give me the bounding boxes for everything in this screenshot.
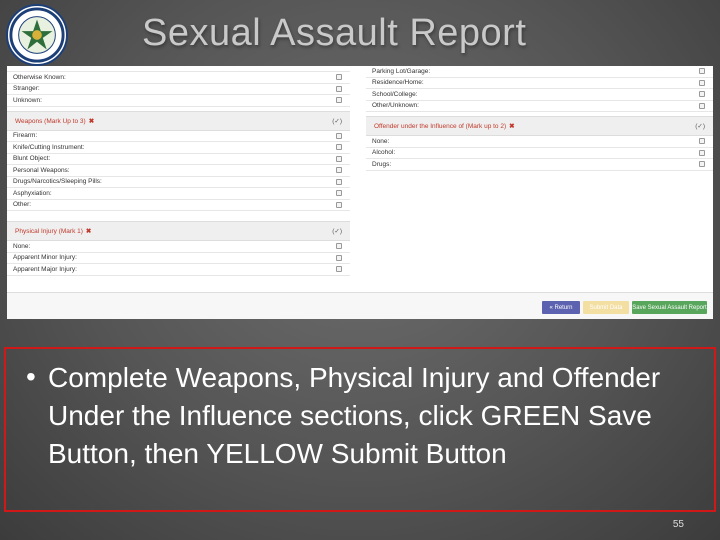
checkbox[interactable] — [336, 155, 342, 162]
list-item: Alcohol: — [366, 148, 713, 159]
list-item: Otherwise Known: — [7, 72, 350, 84]
left-column: Otherwise Known: Stranger: Unknown: Weap… — [7, 66, 350, 276]
checkbox[interactable] — [336, 190, 342, 197]
form-screenshot: Otherwise Known: Stranger: Unknown: Weap… — [7, 66, 713, 319]
checkbox[interactable] — [336, 254, 342, 261]
submit-data-button[interactable]: Submit Data — [583, 301, 629, 314]
list-item: Apparent Minor Injury: — [7, 253, 350, 264]
save-report-button[interactable]: Save Sexual Assault Report — [632, 301, 707, 314]
checkbox[interactable] — [336, 144, 342, 151]
list-item: Parking Lot/Garage: — [366, 66, 713, 78]
form-action-bar: « Return Submit Data Save Sexual Assault… — [7, 292, 713, 319]
checkbox[interactable] — [336, 97, 342, 104]
list-item: None: — [366, 136, 713, 148]
checkbox[interactable] — [699, 68, 705, 75]
offender-influence-section-header: Offender under the Influence of (Mark up… — [366, 116, 713, 136]
list-item: Stranger: — [7, 84, 350, 95]
checkbox[interactable] — [336, 132, 342, 139]
return-button[interactable]: « Return — [542, 301, 580, 314]
weapons-section-header: Weapons (Mark Up to 3) ✖ (✓) — [7, 110, 350, 131]
checkbox[interactable] — [699, 161, 705, 168]
checkbox[interactable] — [699, 149, 705, 156]
instruction-callout: • Complete Weapons, Physical Injury and … — [4, 347, 716, 512]
list-item: Drugs/Narcotics/Sleeping Pills: — [7, 177, 350, 188]
close-icon[interactable]: ✖ — [509, 123, 514, 130]
agency-seal-logo — [6, 4, 68, 66]
close-icon[interactable]: ✖ — [89, 118, 94, 125]
page-number: 55 — [672, 519, 684, 530]
list-item: Unknown: — [7, 95, 350, 107]
close-icon[interactable]: ✖ — [86, 228, 91, 235]
checkbox[interactable] — [336, 74, 342, 81]
checkbox[interactable] — [336, 243, 342, 250]
right-column: Parking Lot/Garage: Residence/Home: Scho… — [366, 66, 713, 171]
checkbox[interactable] — [336, 167, 342, 174]
list-item: Drugs: — [366, 159, 713, 171]
instruction-text: Complete Weapons, Physical Injury and Of… — [48, 362, 661, 469]
list-item: Residence/Home: — [366, 78, 713, 89]
list-item: None: — [7, 241, 350, 253]
list-item: Personal Weapons: — [7, 165, 350, 177]
checkbox[interactable] — [699, 91, 705, 98]
slide-title: Sexual Assault Report — [142, 12, 527, 54]
list-item: Blunt Object: — [7, 154, 350, 165]
list-item: Apparent Major Injury: — [7, 264, 350, 276]
checkbox[interactable] — [336, 85, 342, 92]
physical-injury-section-header: Physical Injury (Mark 1) ✖ (✓) — [7, 221, 350, 241]
list-item: Firearm: — [7, 131, 350, 142]
checkbox[interactable] — [699, 138, 705, 145]
checkbox[interactable] — [699, 79, 705, 86]
checkbox[interactable] — [336, 266, 342, 273]
checkbox[interactable] — [336, 178, 342, 185]
list-item: Asphyxiation: — [7, 188, 350, 200]
list-item: School/College: — [366, 89, 713, 101]
checkbox[interactable] — [699, 102, 705, 109]
checkbox[interactable] — [336, 201, 342, 208]
list-item: Other/Unknown: — [366, 101, 713, 112]
bullet-marker: • — [26, 361, 36, 392]
list-item: Other: — [7, 200, 350, 211]
list-item: Knife/Cutting Instrument: — [7, 142, 350, 154]
